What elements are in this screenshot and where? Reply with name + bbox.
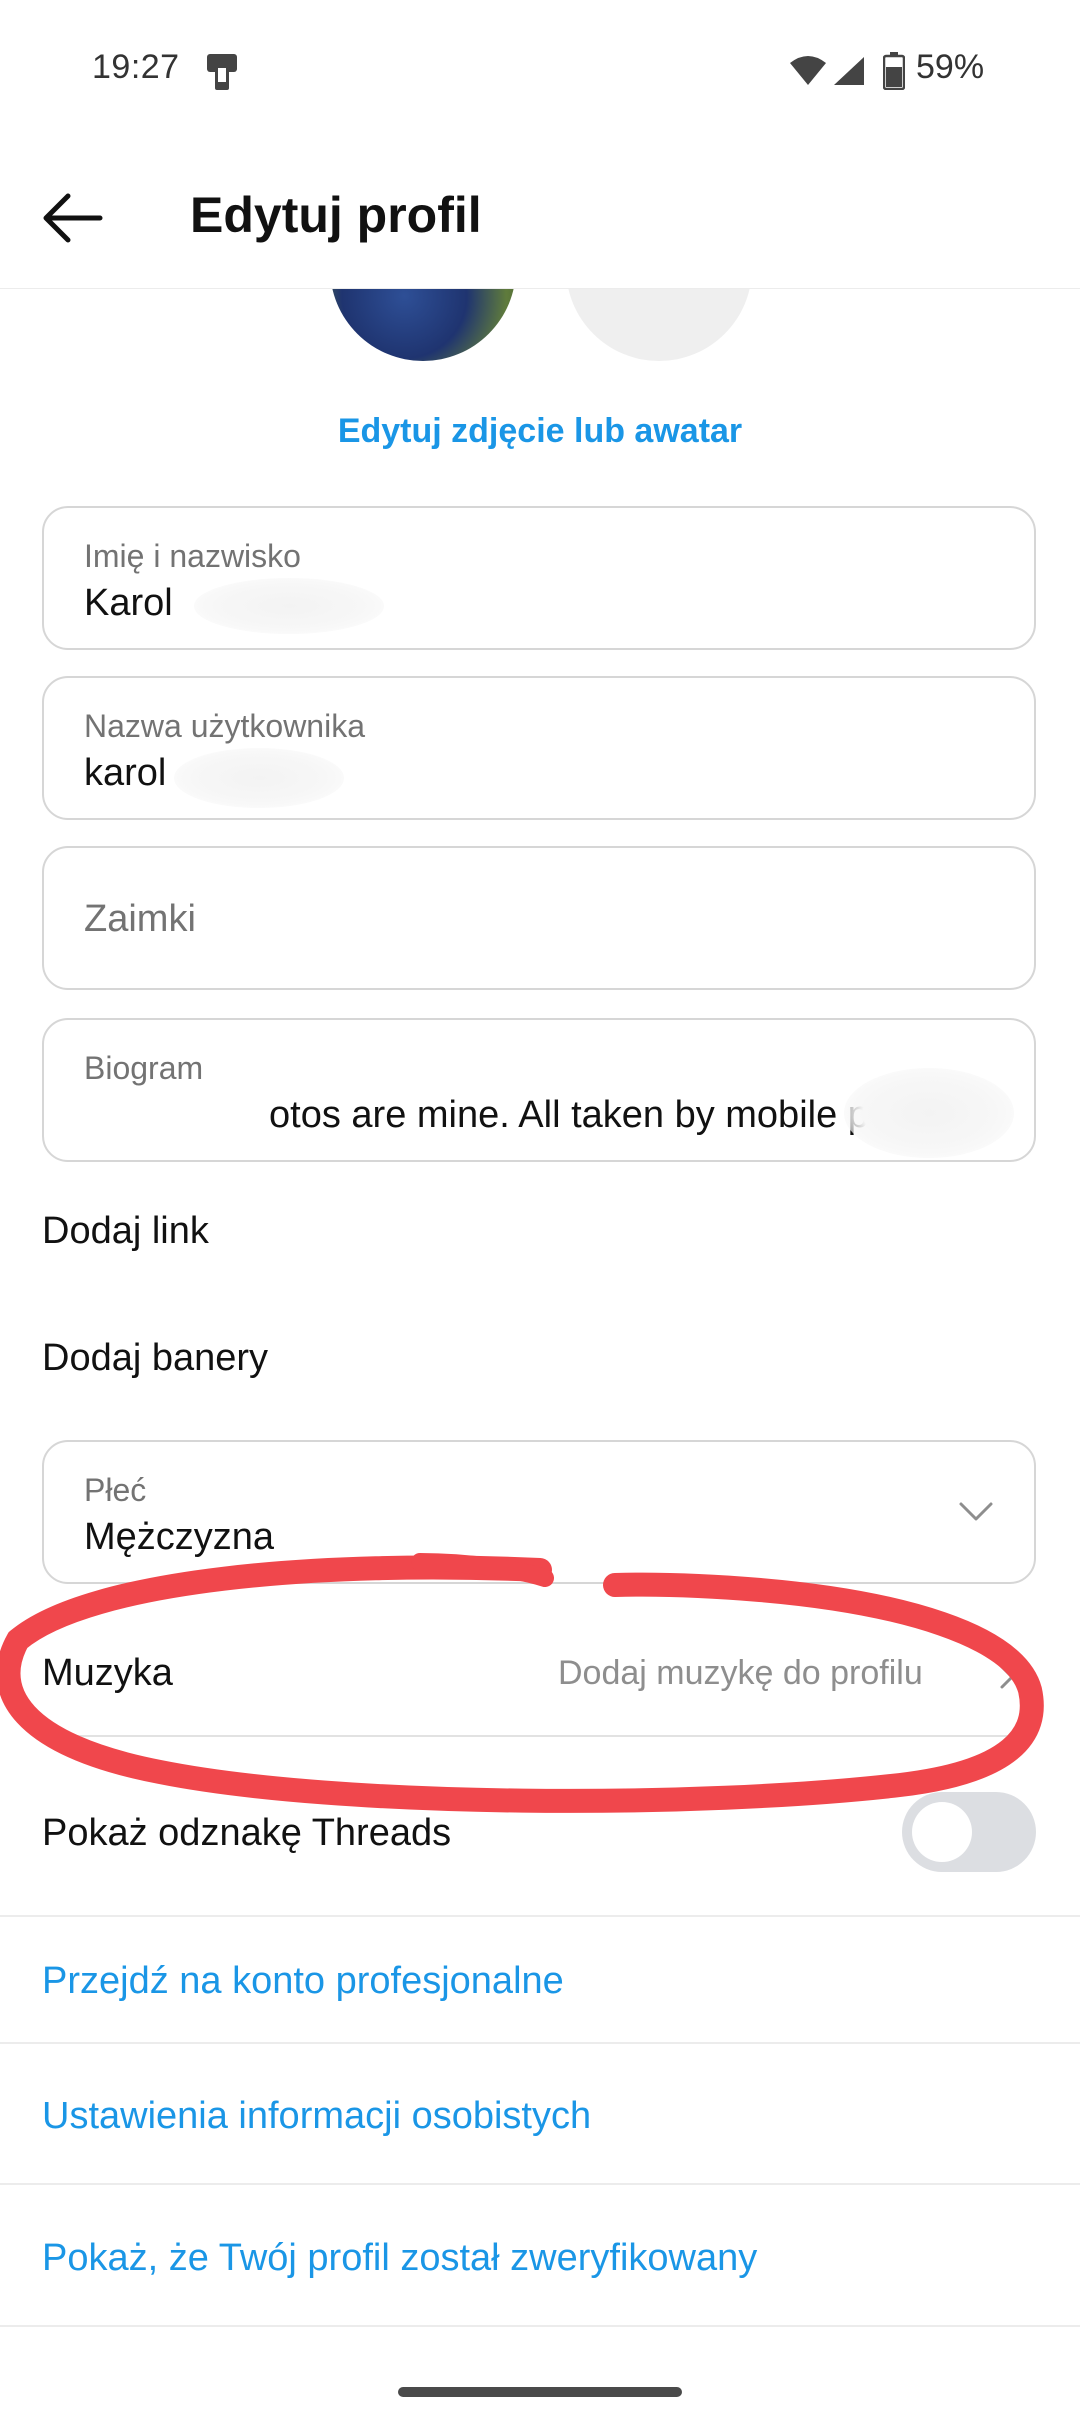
username-field[interactable]: Nazwa użytkownika karol bbox=[42, 676, 1036, 820]
professional-account-link[interactable]: Przejdź na konto profesjonalne bbox=[42, 1960, 564, 2003]
battery-percentage: 59% bbox=[916, 48, 985, 86]
threads-badge-label: Pokaż odznakę Threads bbox=[42, 1812, 452, 1854]
name-field-value: Karol bbox=[84, 582, 173, 624]
battery-icon bbox=[883, 52, 905, 90]
section-divider bbox=[0, 2183, 1080, 2185]
chevron-down-icon bbox=[959, 1502, 993, 1521]
name-field-label: Imię i nazwisko bbox=[84, 538, 301, 574]
music-row-label[interactable]: Muzyka bbox=[42, 1652, 173, 1695]
gender-field-value: Mężczyzna bbox=[84, 1516, 275, 1558]
music-row-hint[interactable]: Dodaj muzykę do profilu bbox=[558, 1654, 923, 1693]
phone-icon bbox=[207, 54, 237, 90]
section-divider bbox=[0, 2325, 1080, 2327]
back-arrow-icon[interactable] bbox=[40, 190, 106, 246]
verified-profile-link[interactable]: Pokaż, że Twój profil został zweryfikowa… bbox=[42, 2237, 757, 2280]
bio-field-viewport: otos are mine. All taken by mobile phone… bbox=[84, 1094, 964, 1144]
name-field[interactable]: Imię i nazwisko Karol bbox=[42, 506, 1036, 650]
redacted-blur bbox=[194, 578, 384, 634]
status-time: 19:27 bbox=[92, 48, 180, 86]
signal-icon bbox=[834, 57, 864, 85]
gender-field-label: Płeć bbox=[84, 1472, 147, 1508]
username-field-label: Nazwa użytkownika bbox=[84, 708, 365, 744]
page-title: Edytuj profil bbox=[190, 187, 482, 243]
threads-badge-toggle[interactable] bbox=[902, 1792, 1036, 1872]
header-divider bbox=[0, 288, 1080, 289]
gesture-nav-handle[interactable] bbox=[398, 2387, 682, 2397]
section-divider bbox=[0, 2042, 1080, 2044]
add-banners-row[interactable]: Dodaj banery bbox=[42, 1337, 268, 1380]
wifi-icon bbox=[790, 56, 826, 85]
pronouns-field[interactable]: Zaimki bbox=[42, 846, 1036, 990]
gender-dropdown[interactable]: Płeć Mężczyzna bbox=[42, 1440, 1036, 1584]
section-divider bbox=[0, 1915, 1080, 1917]
toggle-knob bbox=[912, 1802, 972, 1862]
bio-field[interactable]: Biogram otos are mine. All taken by mobi… bbox=[42, 1018, 1036, 1162]
header-background bbox=[0, 170, 1080, 288]
chevron-right-icon bbox=[1000, 1665, 1014, 1689]
music-row-divider bbox=[42, 1735, 1036, 1737]
redacted-blur bbox=[174, 748, 344, 808]
pronouns-placeholder: Zaimki bbox=[84, 898, 196, 940]
username-field-value: karol bbox=[84, 752, 167, 794]
edit-photo-link[interactable]: Edytuj zdjęcie lub awatar bbox=[0, 412, 1080, 451]
bio-field-label: Biogram bbox=[84, 1050, 204, 1086]
add-link-row[interactable]: Dodaj link bbox=[42, 1210, 209, 1253]
personal-info-settings-link[interactable]: Ustawienia informacji osobistych bbox=[42, 2095, 591, 2138]
redacted-blur bbox=[844, 1068, 1014, 1158]
